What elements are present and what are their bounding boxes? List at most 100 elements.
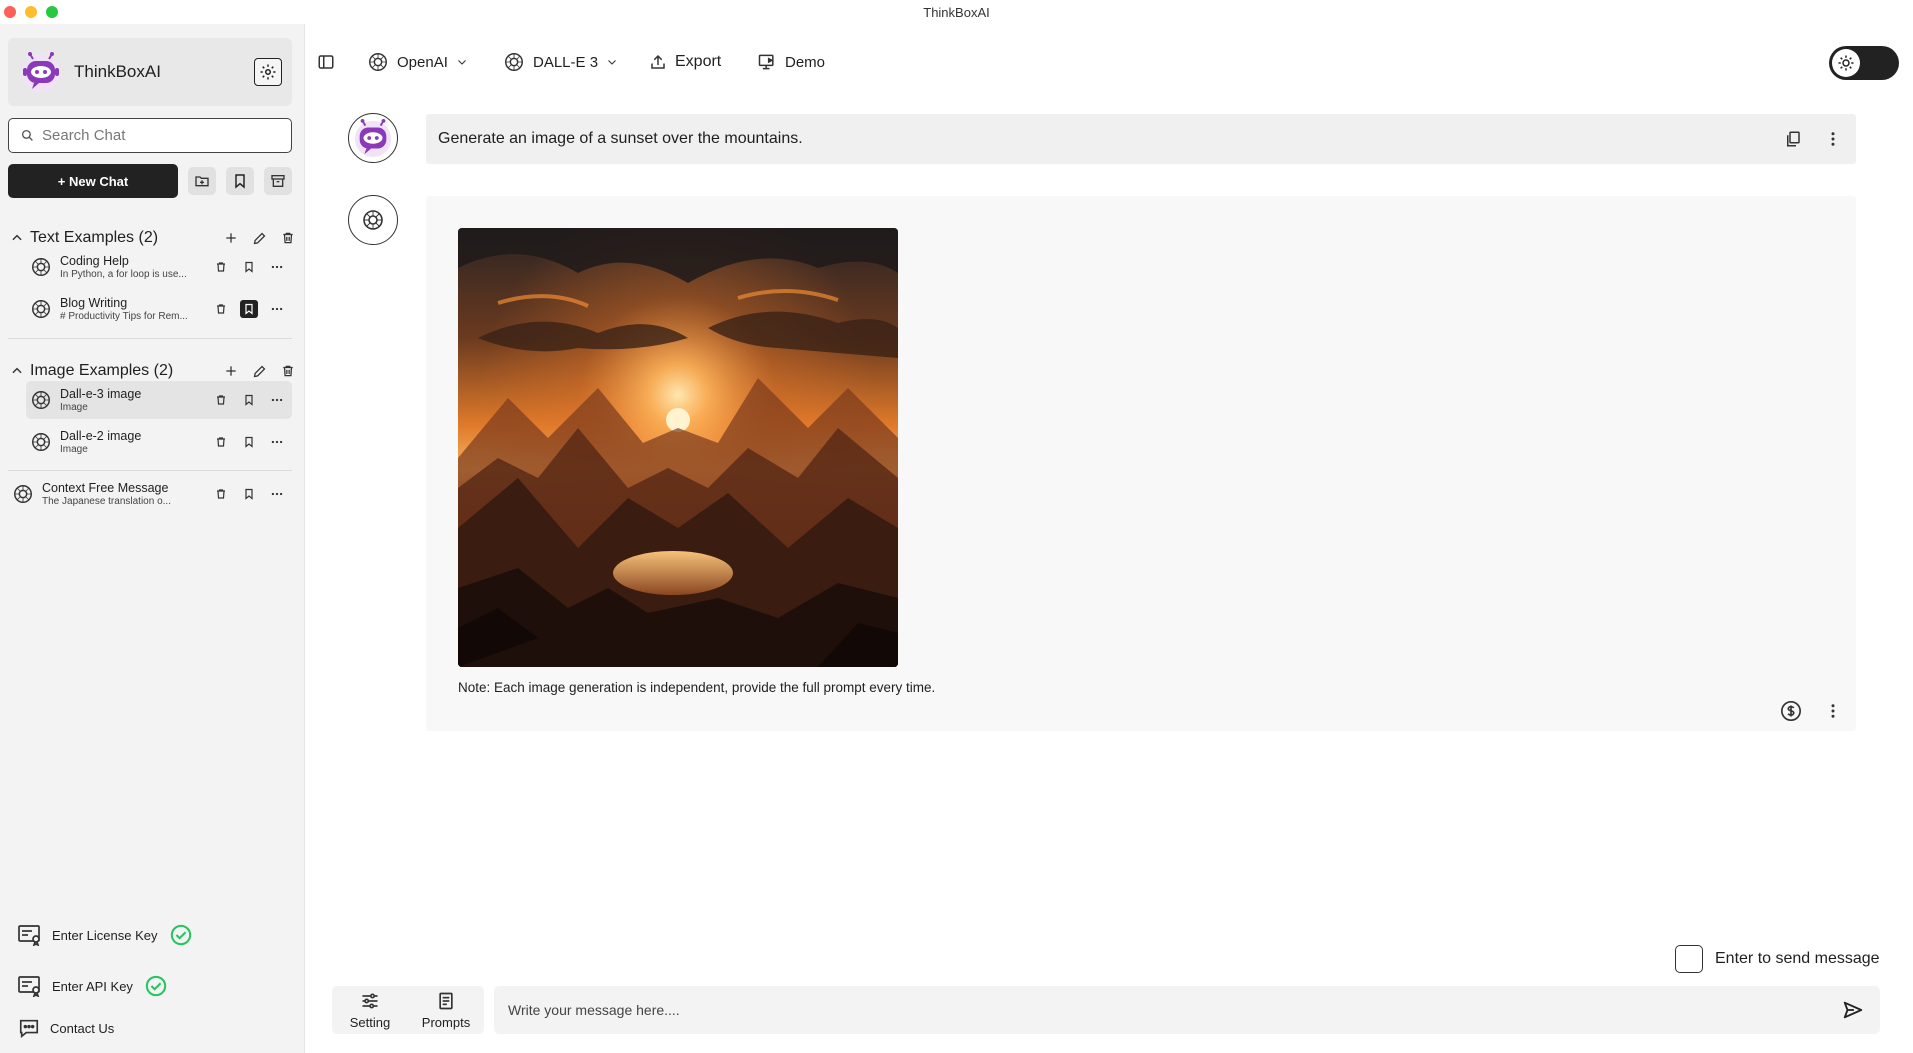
provider-select[interactable]: OpenAI: [367, 50, 468, 74]
plus-icon[interactable]: [224, 231, 238, 245]
plus-icon[interactable]: [224, 364, 238, 378]
archive-icon: [271, 175, 285, 187]
bookmark-icon: [245, 261, 253, 273]
bookmark-chat-button[interactable]: [240, 485, 258, 503]
chat-preview: The Japanese translation o...: [42, 496, 171, 507]
dollar-circle-icon[interactable]: [1780, 700, 1802, 722]
openai-icon: [32, 433, 50, 451]
check-circle-icon: [145, 975, 167, 997]
generated-sunset-image[interactable]: [458, 228, 898, 667]
chevron-down-icon: [457, 60, 466, 65]
more-horizontal-icon: [271, 265, 283, 269]
window-titlebar: ThinkBoxAI: [0, 0, 1913, 24]
toggle-sidebar-button[interactable]: [317, 50, 335, 74]
export-button[interactable]: Export: [649, 50, 721, 74]
bookmark-chat-button[interactable]: [240, 433, 258, 451]
prompts-button[interactable]: Prompts: [408, 986, 484, 1034]
close-window-button[interactable]: [4, 6, 16, 18]
theme-toggle[interactable]: [1829, 46, 1899, 80]
send-button[interactable]: [1840, 997, 1866, 1023]
demo-screen-icon: [758, 54, 774, 70]
archive-button[interactable]: [264, 167, 292, 195]
chat-preview: Image: [60, 402, 88, 413]
bookmark-chat-button[interactable]: [240, 258, 258, 276]
chat-item-coding-help[interactable]: Coding Help In Python, a for loop is use…: [26, 248, 292, 286]
trash-icon: [217, 395, 225, 405]
delete-chat-button[interactable]: [212, 258, 230, 276]
enter-to-send-checkbox[interactable]: [1675, 945, 1703, 973]
delete-chat-button[interactable]: [212, 300, 230, 318]
bookmarks-button[interactable]: [226, 167, 254, 195]
demo-button[interactable]: Demo: [757, 50, 825, 74]
bookmark-chat-button-active[interactable]: [240, 300, 258, 318]
chat-more-button[interactable]: [268, 258, 286, 276]
chat-item-dall-e-3-image[interactable]: Dall-e-3 image Image: [26, 381, 292, 419]
enter-license-key-button[interactable]: Enter License Key: [18, 922, 192, 948]
chat-more-button[interactable]: [268, 300, 286, 318]
chat-item-blog-writing[interactable]: Blog Writing # Productivity Tips for Rem…: [26, 290, 292, 328]
copy-icon[interactable]: [1784, 130, 1802, 148]
chat-more-button[interactable]: [268, 433, 286, 451]
more-vertical-icon[interactable]: [1824, 130, 1842, 148]
openai-icon: [369, 53, 387, 71]
new-folder-button[interactable]: [188, 167, 216, 195]
brand-name: ThinkBoxAI: [74, 62, 161, 81]
chevron-up-icon[interactable]: [10, 364, 24, 378]
chat-title: Coding Help: [60, 254, 129, 268]
delete-chat-button[interactable]: [212, 391, 230, 409]
search-input[interactable]: [42, 127, 282, 144]
chat-more-button[interactable]: [268, 391, 286, 409]
trash-icon: [217, 262, 225, 272]
group-title: Image Examples (2): [30, 362, 174, 379]
setting-label: Setting: [349, 1014, 391, 1030]
enter-license-key-label: Enter License Key: [52, 927, 158, 943]
group-header-text-examples[interactable]: Text Examples (2): [10, 226, 295, 250]
chat-preview: In Python, a for loop is use...: [60, 269, 187, 280]
chat-title: Blog Writing: [60, 296, 128, 310]
edit-icon[interactable]: [252, 364, 267, 379]
message-composer: [494, 986, 1880, 1034]
trash-icon: [217, 304, 225, 314]
app-settings-button[interactable]: [254, 58, 282, 86]
enter-to-send-label: Enter to send message: [1715, 950, 1880, 967]
group-header-image-examples[interactable]: Image Examples (2): [10, 359, 295, 383]
search-chat[interactable]: [8, 118, 292, 153]
chat-item-context-free-message[interactable]: Context Free Message The Japanese transl…: [8, 475, 292, 513]
more-vertical-icon[interactable]: [1824, 702, 1842, 720]
enter-to-send-option[interactable]: Enter to send message: [1675, 945, 1880, 973]
zoom-window-button[interactable]: [46, 6, 58, 18]
model-select[interactable]: DALL-E 3: [503, 50, 618, 74]
trash-icon[interactable]: [281, 364, 295, 378]
enter-api-key-label: Enter API Key: [52, 978, 133, 994]
bookmark-chat-button[interactable]: [240, 391, 258, 409]
search-icon: [21, 129, 33, 141]
chat-item-dall-e-2-image[interactable]: Dall-e-2 image Image: [26, 423, 292, 461]
new-chat-button[interactable]: + New Chat: [8, 164, 178, 198]
chat-more-button[interactable]: [268, 485, 286, 503]
sliders-icon: [362, 993, 378, 1008]
delete-chat-button[interactable]: [212, 485, 230, 503]
chevron-up-icon[interactable]: [10, 231, 24, 245]
chat-title: Context Free Message: [42, 481, 169, 495]
chat-title: Dall-e-2 image: [60, 429, 142, 443]
setting-button[interactable]: Setting: [332, 986, 408, 1034]
more-horizontal-icon: [271, 398, 283, 402]
enter-api-key-button[interactable]: Enter API Key: [18, 973, 167, 999]
delete-chat-button[interactable]: [212, 433, 230, 451]
export-label: Export: [675, 53, 722, 70]
openai-icon: [32, 300, 50, 318]
minimize-window-button[interactable]: [25, 6, 37, 18]
trash-icon[interactable]: [281, 231, 295, 245]
bookmark-icon: [245, 394, 253, 406]
api-key-icon: [18, 976, 40, 997]
trash-icon: [217, 437, 225, 447]
check-circle-icon: [170, 924, 191, 946]
divider: [8, 470, 292, 471]
send-icon: [1843, 1001, 1863, 1019]
message-input[interactable]: [508, 1002, 1840, 1018]
sun-icon: [1838, 55, 1854, 71]
contact-us-button[interactable]: Contact Us: [18, 1015, 114, 1041]
assistant-message: Note: Each image generation is independe…: [426, 196, 1856, 731]
edit-icon[interactable]: [252, 231, 267, 246]
sidebar: ThinkBoxAI + New Chat: [0, 24, 305, 1053]
